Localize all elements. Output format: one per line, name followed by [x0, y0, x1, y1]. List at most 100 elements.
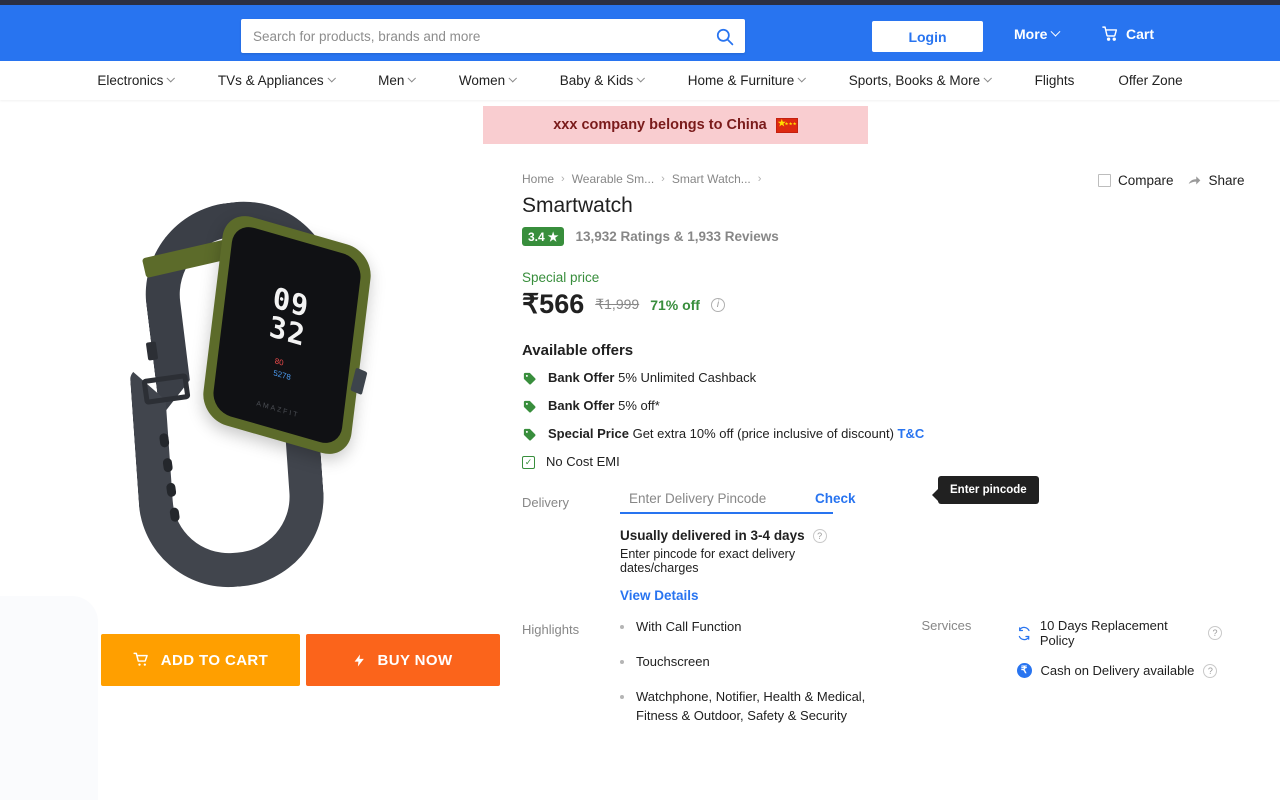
- search-icon: [716, 28, 733, 45]
- share-arrow-icon: [1188, 175, 1200, 184]
- service-text: 10 Days Replacement Policy: [1039, 618, 1168, 648]
- offer-description: No Cost EMI: [546, 454, 620, 469]
- chevron-down-icon: [167, 73, 175, 82]
- breadcrumb-separator-icon: ›: [757, 173, 762, 185]
- help-icon[interactable]: ?: [1203, 663, 1218, 678]
- nav-item-label: Electronics: [97, 73, 164, 88]
- offer-item: ✓ No Cost EMI: [522, 454, 1122, 469]
- highlights-services-section: Highlights With Call Function Touchscreen…: [522, 618, 1222, 741]
- header-more-label: More: [1014, 26, 1048, 42]
- watch-brand-label: AMAZFIT: [255, 400, 300, 420]
- nav-item-men[interactable]: Men: [356, 73, 437, 88]
- smartwatch-product-image: 09 32 80 5278 AMAZFIT: [95, 190, 425, 594]
- category-navbar: Electronics TVs & Appliances Men Women Baby …: [0, 61, 1280, 100]
- service-item: 10 Days Replacement Policy?: [1017, 618, 1222, 648]
- delivery-eta-row: Usually delivered in 3-4 days ?: [620, 528, 833, 543]
- replacement-icon: [1018, 626, 1030, 640]
- rating-row: 3.4 ★ 13,932 Ratings & 1,933 Reviews: [522, 227, 1122, 246]
- compare-label: Compare: [1118, 173, 1174, 188]
- nav-item-flights[interactable]: Flights: [1013, 73, 1097, 88]
- help-icon[interactable]: ?: [812, 528, 827, 543]
- search-bar[interactable]: [241, 19, 745, 53]
- breadcrumb-separator-icon: ›: [561, 173, 565, 185]
- price-info-icon[interactable]: i: [710, 297, 725, 312]
- add-to-cart-button[interactable]: ADD TO CART: [101, 634, 300, 686]
- cart-icon: [1102, 26, 1118, 41]
- highlight-item: With Call Function: [620, 618, 874, 637]
- share-button[interactable]: Share: [1187, 173, 1245, 188]
- lightning-bolt-icon: [355, 654, 365, 666]
- pincode-field[interactable]: Check: [620, 491, 856, 514]
- highlight-item: Watchphone, Notifier, Health & Medical, …: [620, 688, 874, 726]
- watch-crown-button: [350, 367, 368, 396]
- star-icon: ★: [547, 229, 559, 244]
- offer-item: Special Price Get extra 10% off (price i…: [522, 426, 1122, 442]
- watch-screen: 09 32 80 5278 AMAZFIT: [211, 222, 363, 448]
- rating-badge: 3.4 ★: [522, 227, 565, 246]
- nav-item-label: Women: [458, 73, 506, 88]
- header-more-menu[interactable]: More: [1014, 26, 1061, 42]
- offer-description: 5% off*: [618, 398, 660, 413]
- search-input[interactable]: [241, 19, 703, 53]
- nav-item-sports-books-more[interactable]: Sports, Books & More: [827, 73, 1013, 88]
- search-button[interactable]: [703, 19, 745, 53]
- watch-stats: 80 5278: [273, 355, 293, 384]
- nav-item-label: Men: [378, 73, 405, 88]
- buy-now-button[interactable]: BUY NOW: [306, 634, 500, 686]
- check-pincode-button[interactable]: Check: [815, 491, 856, 506]
- service-text: Cash on Delivery available: [1040, 663, 1195, 678]
- share-label: Share: [1208, 173, 1245, 188]
- available-offers-title: Available offers: [522, 342, 634, 359]
- offer-text: No Cost EMI: [546, 454, 620, 469]
- highlights-list: With Call Function Touchscreen Watchphone,…: [620, 618, 874, 741]
- nav-item-offer-zone[interactable]: Offer Zone: [1096, 73, 1204, 88]
- delivery-note: Enter pincode for exact delivery dates/c…: [620, 547, 796, 575]
- breadcrumb-separator-icon: ›: [661, 173, 665, 185]
- original-price: ₹1,999: [595, 296, 640, 312]
- chevron-down-icon: [408, 73, 417, 82]
- pincode-input[interactable]: [629, 491, 806, 506]
- page-title: Smartwatch: [522, 194, 633, 217]
- buy-now-label: BUY NOW: [377, 651, 453, 669]
- rating-value: 3.4: [528, 229, 545, 244]
- pincode-area: Check Enter pincode Usually delivered in…: [620, 476, 1039, 603]
- special-price-label: Special price: [522, 270, 600, 285]
- chevron-down-icon: [327, 73, 336, 82]
- services-list: 10 Days Replacement Policy? ₹ Cash on Deli…: [1016, 618, 1222, 741]
- view-details-link[interactable]: View Details: [620, 588, 833, 603]
- offer-text: Bank Offer 5% off*: [548, 398, 660, 413]
- nav-item-women[interactable]: Women: [437, 73, 538, 88]
- delivery-label: Delivery: [522, 495, 569, 510]
- breadcrumb-item[interactable]: Smart Watch...: [672, 172, 751, 186]
- current-price: ₹566: [522, 289, 585, 319]
- chevron-down-icon: [509, 73, 517, 82]
- offer-text: Special Price Get extra 10% off (price i…: [548, 426, 924, 441]
- chevron-down-icon: [983, 73, 992, 82]
- emi-check-icon: ✓: [522, 456, 535, 469]
- offer-tnc-link[interactable]: T&C: [898, 426, 925, 441]
- nav-item-baby-kids[interactable]: Baby & Kids: [538, 73, 666, 88]
- offer-tag-icon: [523, 428, 536, 441]
- header-cart-button[interactable]: Cart: [1101, 25, 1154, 42]
- nav-item-label: Sports, Books & More: [848, 73, 981, 88]
- nav-item-label: Baby & Kids: [559, 73, 634, 88]
- cod-icon: ₹: [1016, 663, 1032, 678]
- nav-item-tvs-appliances[interactable]: TVs & Appliances: [196, 73, 356, 88]
- nav-item-label: Offer Zone: [1118, 73, 1183, 88]
- add-to-cart-label: ADD TO CART: [160, 651, 269, 669]
- services-block: Services 10 Days Replacement Policy? ₹ Cas…: [922, 618, 1222, 741]
- nav-item-electronics[interactable]: Electronics: [75, 73, 196, 88]
- china-notice-banner: xxx company belongs to China: [483, 106, 868, 144]
- watch-case: 09 32 80 5278 AMAZFIT: [200, 209, 374, 461]
- login-button[interactable]: Login: [872, 21, 983, 52]
- product-image-panel: 09 32 80 5278 AMAZFIT: [20, 150, 500, 630]
- nav-item-home-furniture[interactable]: Home & Furniture: [666, 73, 827, 88]
- cart-icon: [133, 652, 148, 666]
- reviews-count: 13,932 Ratings & 1,933 Reviews: [575, 229, 779, 244]
- offer-tag-icon: [523, 372, 536, 385]
- breadcrumb-item[interactable]: Home: [522, 172, 554, 186]
- breadcrumb: Home › Wearable Sm... › Smart Watch... ›: [522, 172, 1122, 186]
- nav-item-label: Flights: [1034, 73, 1075, 88]
- help-icon[interactable]: ?: [1208, 626, 1222, 640]
- breadcrumb-item[interactable]: Wearable Sm...: [572, 172, 654, 186]
